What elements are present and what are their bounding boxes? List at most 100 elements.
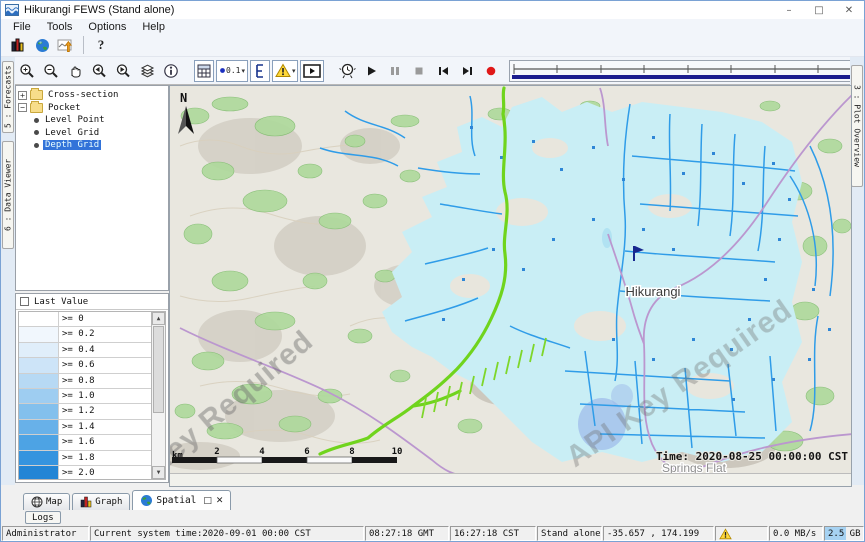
interval-dropdown[interactable]: 0.1 ▾ [216,60,248,82]
minimize-button[interactable]: – [774,1,804,19]
pause-button[interactable] [384,60,406,82]
bar-display-icon [10,37,26,53]
stop-icon [412,64,426,78]
scroll-down-icon[interactable]: ▼ [152,466,165,479]
zoom-next-icon [115,63,131,79]
record-button[interactable] [480,60,502,82]
map-toolbar: 0.1 ▾ ▾ [15,57,850,85]
layers-icon [139,63,156,79]
movie-export-button[interactable] [300,60,324,82]
map-footer-strip [170,473,851,486]
status-local-time: 16:27:18 CST [450,526,536,541]
warning-icon [275,63,291,78]
zoom-next-button[interactable] [112,60,134,82]
town-label: Hikurangi [626,284,681,299]
animation-clock-icon [339,62,356,79]
chevron-down-icon: ▾ [241,67,245,75]
info-button[interactable] [160,60,182,82]
status-bar: Administrator Current system time:2020-0… [1,525,864,542]
folder-icon [30,103,43,113]
close-button[interactable]: ✕ [834,1,864,19]
layers-button[interactable] [136,60,158,82]
timeseries-display-button[interactable] [55,34,77,56]
warning-dropdown[interactable]: ▾ [272,60,299,82]
last-value-checkbox[interactable] [20,297,29,306]
zoom-in-icon [19,63,35,79]
map-canvas[interactable]: API Key Required API Key Required N km 2… [170,86,852,474]
tab-map[interactable]: Map [23,493,70,510]
menu-file[interactable]: File [5,21,39,33]
app-logo-icon [5,4,19,16]
play-icon [364,64,378,78]
map-display-button[interactable] [31,34,53,56]
collapse-icon[interactable]: − [18,103,27,112]
expand-icon[interactable]: + [18,91,27,100]
logs-button[interactable]: Logs [25,511,61,524]
tab-graph[interactable]: Graph [72,493,130,510]
zoom-out-button[interactable] [40,60,62,82]
tree-node-pocket[interactable]: − Pocket [18,102,166,115]
status-warning-icon[interactable] [719,528,732,540]
time-slider[interactable] [509,60,865,82]
step-back-button[interactable] [432,60,454,82]
svg-text:4: 4 [259,447,265,457]
grid-toggle-button[interactable] [194,60,214,82]
dock-tab-data-viewer[interactable]: 6 : Data Viewer [2,141,14,249]
tree-node-level-grid[interactable]: Level Grid [18,127,166,140]
legend-row: >= 0.2 [19,327,151,342]
globe-icon [35,38,50,53]
graph-tab-bars-icon [80,496,92,508]
tree-node-depth-grid[interactable]: Depth Grid [18,139,166,152]
play-button[interactable] [360,60,382,82]
help-button[interactable]: ? [90,34,112,56]
menu-help[interactable]: Help [134,21,173,33]
right-dock-strip: 3 : Plot Overview [850,57,864,485]
dock-tab-forecasts[interactable]: 5 : Forecasts [2,61,14,133]
legend-row: >= 1.4 [19,420,151,435]
stop-button[interactable] [408,60,430,82]
gauge-scale-icon [253,63,267,79]
menu-options[interactable]: Options [80,21,134,33]
legend-scrollbar[interactable]: ▲ ▼ [151,312,165,479]
legend-row: >= 1.2 [19,404,151,419]
tab-spatial[interactable]: Spatial □ ✕ [132,490,231,510]
legend-row: >= 1.0 [19,389,151,404]
spatial-tab-globe-icon [140,494,153,507]
maximize-button[interactable]: □ [804,1,834,19]
svg-text:8: 8 [349,447,354,457]
svg-text:N: N [180,91,187,105]
status-memory: 2.5 GB [824,526,864,541]
scroll-up-icon[interactable]: ▲ [152,312,165,325]
animation-settings-button[interactable] [336,60,358,82]
legend-row: >= 1.8 [19,451,151,466]
step-forward-button[interactable] [456,60,478,82]
title-bar: Hikurangi FEWS (Stand alone) – □ ✕ [1,1,864,19]
pan-button[interactable] [64,60,86,82]
filter-tree-panel: + Cross-section − Pocket Level Point Lev… [15,85,169,291]
legend-row: >= 0 [19,312,151,327]
menu-tools[interactable]: Tools [39,21,81,33]
tab-close-icon[interactable]: ✕ [216,496,224,506]
legend-row: >= 0.8 [19,374,151,389]
map-tab-globe-icon [31,496,43,508]
chevron-down-icon: ▾ [292,67,296,75]
legend-row: >= 2.0 [19,466,151,479]
step-back-icon [436,64,450,78]
logs-row: Logs [15,510,61,525]
record-icon [484,64,498,78]
zoom-in-button[interactable] [16,60,38,82]
scroll-thumb[interactable] [153,326,164,413]
zoom-previous-button[interactable] [88,60,110,82]
data-display-button[interactable] [7,34,29,56]
tab-maximize-icon[interactable]: □ [203,496,212,506]
timeseries-chart-icon [57,37,75,53]
status-system-time: Current system time:2020-09-01 00:00 CST [90,526,364,541]
node-bullet-icon [34,118,39,123]
window-title: Hikurangi FEWS (Stand alone) [24,4,174,16]
legend-row: >= 0.4 [19,343,151,358]
gauge-scale-button[interactable] [250,60,270,82]
tree-node-level-point[interactable]: Level Point [18,114,166,127]
tree-node-cross-section[interactable]: + Cross-section [18,89,166,102]
folder-icon [30,90,43,100]
dock-tab-plot-overview[interactable]: 3 : Plot Overview [851,65,863,187]
